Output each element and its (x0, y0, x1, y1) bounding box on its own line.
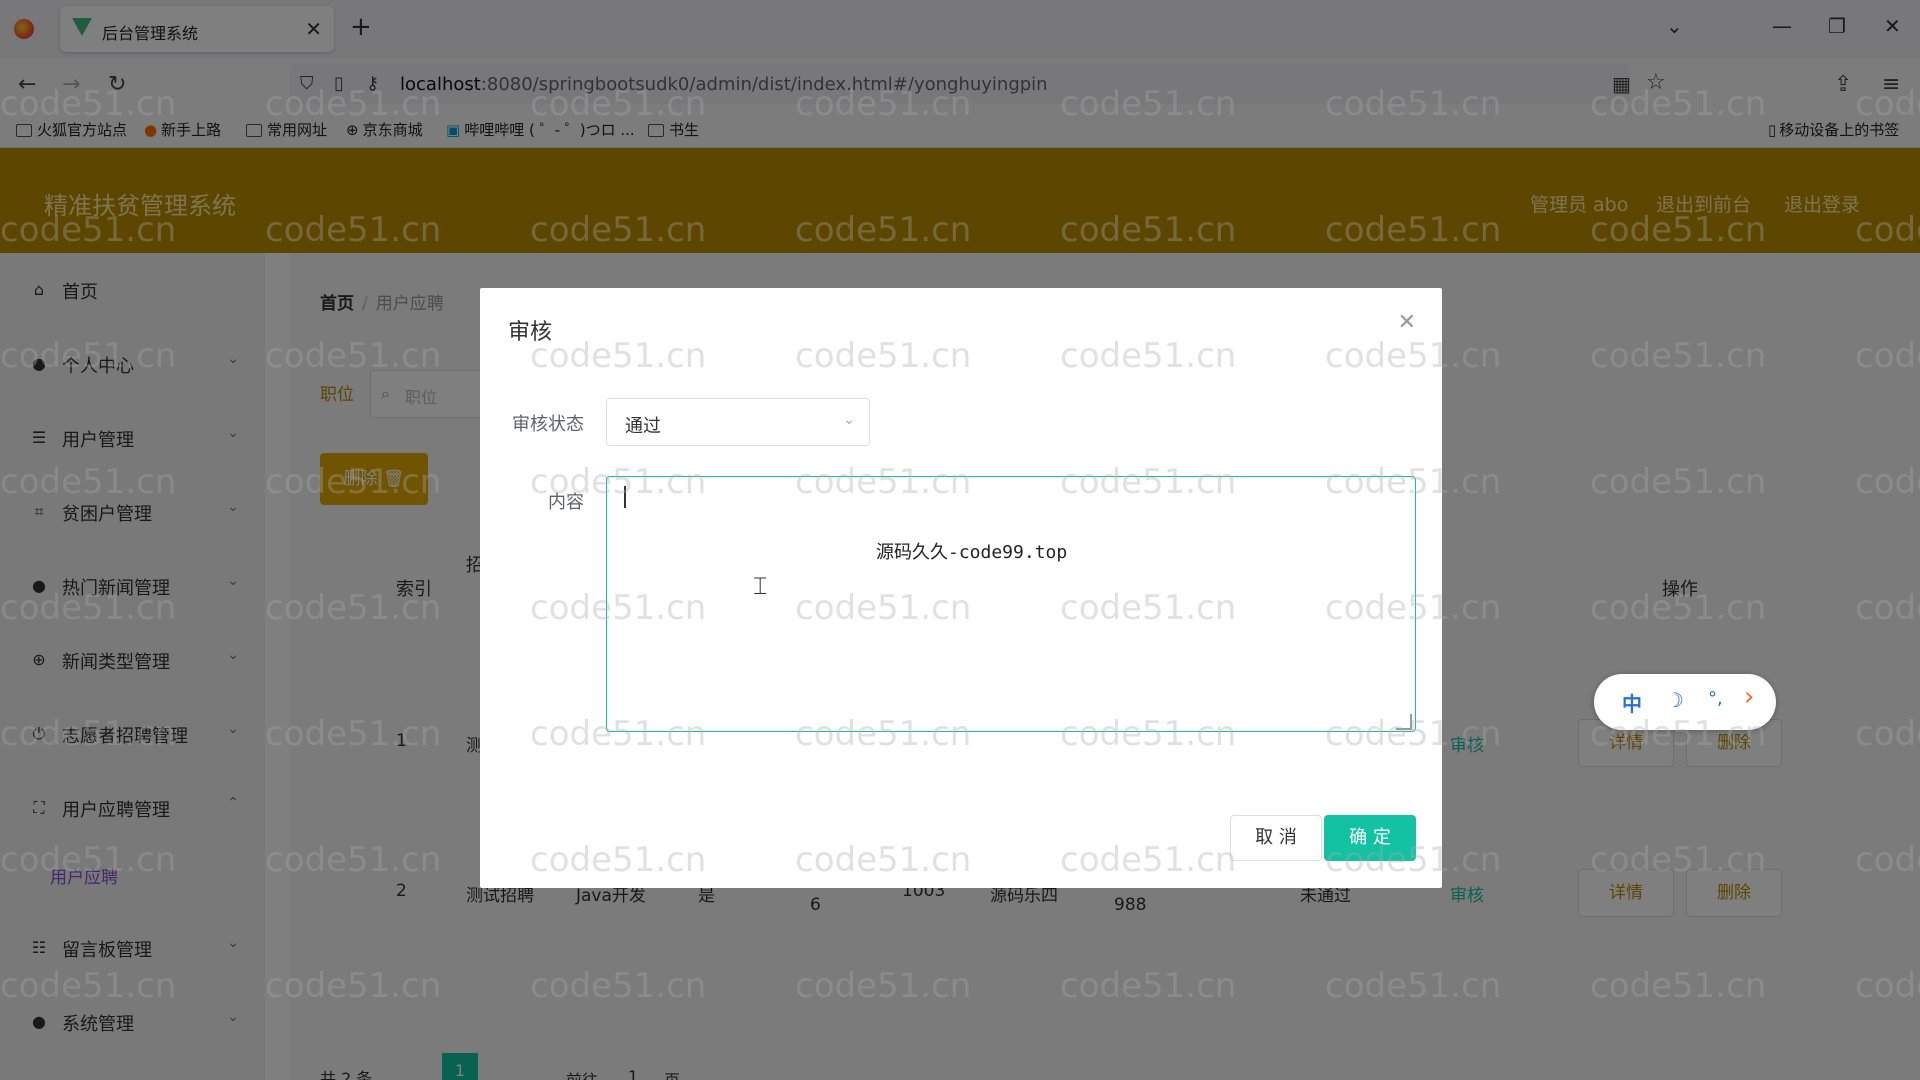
dialog-title: 审核 (508, 320, 553, 345)
ime-lang-toggle[interactable]: 中 (1622, 688, 1642, 717)
cancel-button[interactable]: 取 消 (1230, 815, 1322, 861)
ibeam-cursor-icon: ⌶ (753, 572, 768, 600)
confirm-button[interactable]: 确 定 (1324, 815, 1416, 861)
text-caret (624, 486, 626, 508)
chevron-down-icon: ⌄ (843, 412, 855, 428)
punctuation-icon[interactable]: °, (1708, 688, 1723, 709)
close-icon[interactable]: ✕ (1398, 310, 1416, 335)
ime-toolbar: 中 ☽ °, › (1594, 674, 1776, 730)
resize-handle[interactable] (1396, 714, 1412, 730)
status-label: 审核状态 (512, 414, 584, 435)
audit-dialog: 审核 ✕ 审核状态 通过 ⌄ 内容 源码久久-code99.top ⌶ 取 消 … (480, 288, 1442, 888)
content-label: 内容 (548, 492, 584, 513)
content-textarea[interactable] (606, 476, 1416, 732)
audit-status-select[interactable]: 通过 ⌄ (606, 398, 870, 446)
overlay-watermark-text: 源码久久-code99.top (876, 542, 1068, 563)
audit-status-value: 通过 (625, 416, 661, 437)
chevron-right-icon[interactable]: › (1744, 682, 1754, 712)
moon-icon[interactable]: ☽ (1666, 688, 1684, 712)
